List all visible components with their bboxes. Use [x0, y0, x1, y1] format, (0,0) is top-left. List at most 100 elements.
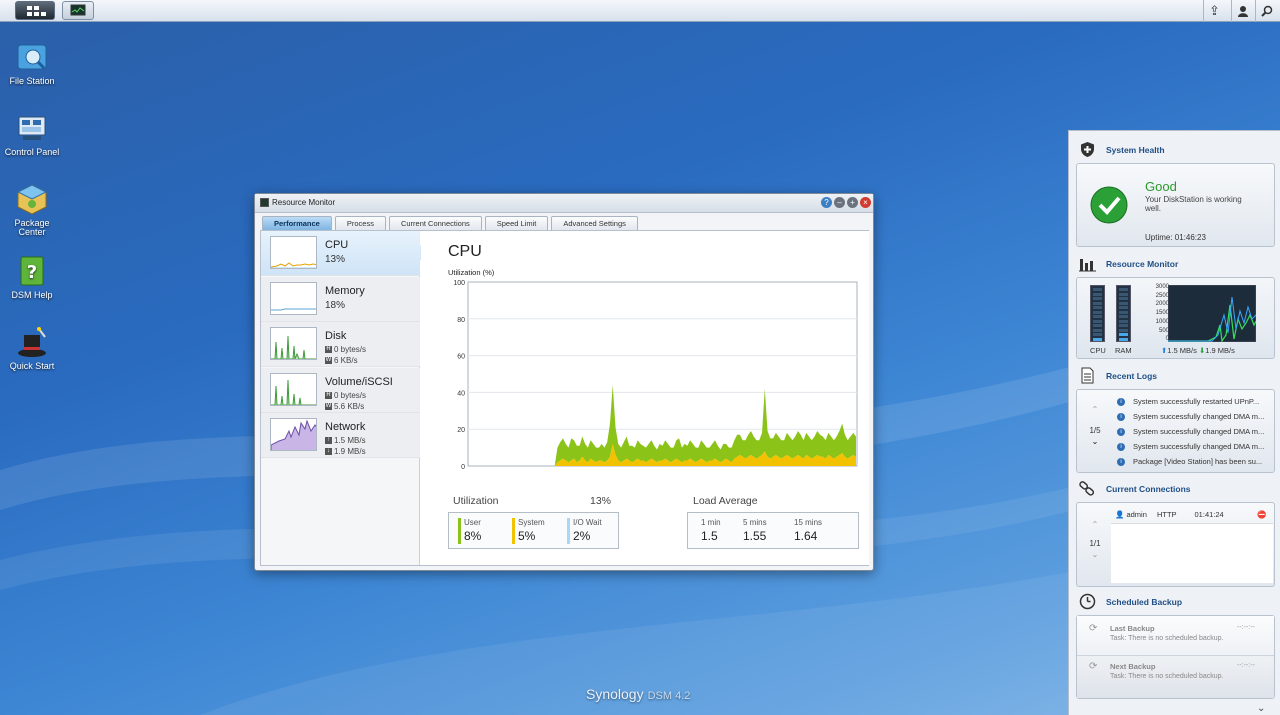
network-rates: ⬆1.5 MB/s ⬇1.9 MB/s [1161, 346, 1235, 355]
user-icon[interactable] [1231, 0, 1253, 22]
resource-monitor-header[interactable]: Resource Monitor [1079, 255, 1269, 273]
cpu-gauge-label: CPU [1090, 346, 1106, 355]
arrow-up-icon: ↑ [325, 437, 332, 445]
help-button[interactable]: ? [821, 197, 832, 208]
desktop-icon-file-station[interactable]: File Station [0, 40, 64, 86]
load-5-label: 5 mins [743, 518, 767, 527]
upload-icon[interactable]: ⇪ [1203, 0, 1225, 22]
chart-ytick-label: 80 [457, 317, 465, 324]
resource-monitor-box[interactable]: CPU RAM 3000 2500 2000 1500 1000 500 0 ⬆1.5 MB… [1076, 277, 1275, 359]
iowait-label: I/O Wait [573, 518, 602, 527]
refresh-icon: ⟳ [1089, 623, 1098, 634]
connection-row[interactable]: 👤 admin HTTP 01:41:24 ⛔ [1115, 510, 1275, 519]
gauge-segment [1093, 288, 1102, 291]
connections-prev-button[interactable]: ⌃ [1087, 520, 1103, 529]
search-icon[interactable] [1255, 0, 1277, 22]
memory-name: Memory [325, 285, 365, 297]
desktop-icon-dsm-help[interactable]: ? DSM Help [0, 254, 64, 300]
ram-gauge [1116, 285, 1131, 342]
info-icon: i [1117, 443, 1125, 452]
logs-page: 1/5 [1089, 426, 1101, 435]
main-menu-button[interactable] [15, 1, 55, 20]
grid-icon [27, 6, 46, 16]
read-badge: R [325, 392, 332, 400]
sidebar-item-network[interactable]: Network ↑ 1.5 MB/s ↓ 1.9 MB/s [261, 413, 420, 458]
minimize-button[interactable]: – [834, 197, 845, 208]
gauge-segment [1093, 297, 1102, 300]
mini-chart-tick: 1000 [1155, 318, 1169, 325]
system-value: 5% [518, 529, 536, 543]
network-mini-chart [1168, 285, 1256, 342]
log-row[interactable]: i System successfully changed DMA m... [1117, 427, 1271, 437]
tab-advanced-settings[interactable]: Advanced Settings [551, 216, 638, 230]
uptime: Uptime: 01:46:23 [1145, 233, 1206, 242]
scheduled-backup-header[interactable]: Scheduled Backup [1079, 593, 1269, 611]
tab-current-connections[interactable]: Current Connections [388, 216, 482, 230]
taskbar-resource-monitor-button[interactable] [62, 1, 94, 20]
gauge-segment [1093, 301, 1102, 305]
log-row[interactable]: i Package [Video Station] has been su... [1117, 457, 1271, 467]
network-name: Network [325, 421, 366, 433]
desktop-icon-control-panel[interactable]: Control Panel [0, 111, 64, 157]
maximize-icon: + [850, 198, 855, 207]
resource-monitor-window: Resource Monitor ? – + × Performance Pro… [254, 193, 874, 571]
close-icon: × [863, 198, 868, 207]
close-button[interactable]: × [860, 197, 871, 208]
tab-performance[interactable]: Performance [262, 216, 332, 230]
chart-ytick-label: 0 [461, 464, 465, 471]
panel-collapse-icon[interactable]: ⌄ [1257, 703, 1265, 714]
cpu-gauge [1090, 285, 1105, 342]
gauge-segment [1119, 288, 1128, 291]
document-icon [1079, 367, 1096, 384]
tab-speed-limit[interactable]: Speed Limit [484, 216, 549, 230]
utilization-value: 13% [590, 495, 612, 507]
disk-name: Disk [325, 330, 347, 342]
desktop-icon-quick-start[interactable]: Quick Start [0, 325, 64, 371]
load-5-value: 1.55 [743, 529, 767, 543]
info-icon: i [1117, 398, 1125, 407]
last-backup-item: ⟳ Last Backup --:--:-- Task: There is no… [1077, 616, 1274, 656]
logs-next-button[interactable]: ⌄ [1087, 437, 1103, 446]
current-connections-header[interactable]: Current Connections [1079, 480, 1269, 498]
desktop-icon-label: Control Panel [4, 147, 60, 157]
sidebar-item-volume-iscsi[interactable]: Volume/iSCSI R0 bytes/s W 5.6 KB/s [261, 368, 420, 413]
info-icon: i [1117, 458, 1125, 467]
load-1min: 1 min 1.5 [701, 518, 721, 543]
svg-text:?: ? [27, 262, 37, 283]
log-row[interactable]: i System successfully restarted UPnP... [1117, 397, 1271, 407]
log-row[interactable]: i System successfully changed DMA m... [1117, 412, 1271, 422]
tab-process[interactable]: Process [334, 216, 386, 230]
recent-logs-box: ⌃ 1/5 ⌄ i System successfully restarted U… [1076, 389, 1275, 473]
volume-read: R0 bytes/s [325, 391, 367, 400]
volume-name: Volume/iSCSI [325, 376, 393, 388]
gauge-segment [1093, 333, 1102, 336]
disk-write: W6 KB/s [325, 356, 358, 365]
arrow-down-icon: ↓ [325, 448, 332, 456]
maximize-button[interactable]: + [847, 197, 858, 208]
brand-name: Synology [586, 686, 644, 702]
info-icon: i [1117, 428, 1125, 437]
sidebar-item-memory[interactable]: Memory 18% [261, 277, 420, 322]
user-icon: 👤 [1115, 510, 1125, 519]
desktop-icon-package-center[interactable]: Package Center [0, 182, 64, 237]
connection-type: HTTP [1156, 510, 1177, 519]
connections-next-button[interactable]: ⌄ [1087, 550, 1103, 559]
health-message: Your DiskStation is working well. [1145, 195, 1242, 213]
gauge-segment [1119, 310, 1128, 314]
user-label: User [464, 518, 481, 527]
memory-value: 18% [325, 300, 346, 311]
sidebar-item-disk[interactable]: Disk R0 bytes/s W6 KB/s [261, 322, 420, 367]
window-titlebar[interactable]: Resource Monitor ? – + × [255, 194, 873, 213]
sidebar-item-cpu[interactable]: CPU 13% [261, 231, 420, 276]
mini-chart-tick: 1500 [1155, 310, 1169, 317]
kick-user-icon[interactable]: ⛔ [1257, 510, 1266, 519]
recent-logs-header[interactable]: Recent Logs [1079, 367, 1269, 385]
refresh-icon: ⟳ [1089, 661, 1098, 672]
logs-prev-button[interactable]: ⌃ [1087, 405, 1103, 414]
system-health-header[interactable]: System Health [1079, 141, 1269, 159]
gauge-segment [1093, 328, 1102, 332]
gauge-segment [1093, 310, 1102, 314]
log-row[interactable]: i System successfully changed DMA m... [1117, 442, 1271, 452]
network-down: ↓ 1.9 MB/s [325, 447, 366, 456]
connection-user: admin [1126, 510, 1147, 519]
